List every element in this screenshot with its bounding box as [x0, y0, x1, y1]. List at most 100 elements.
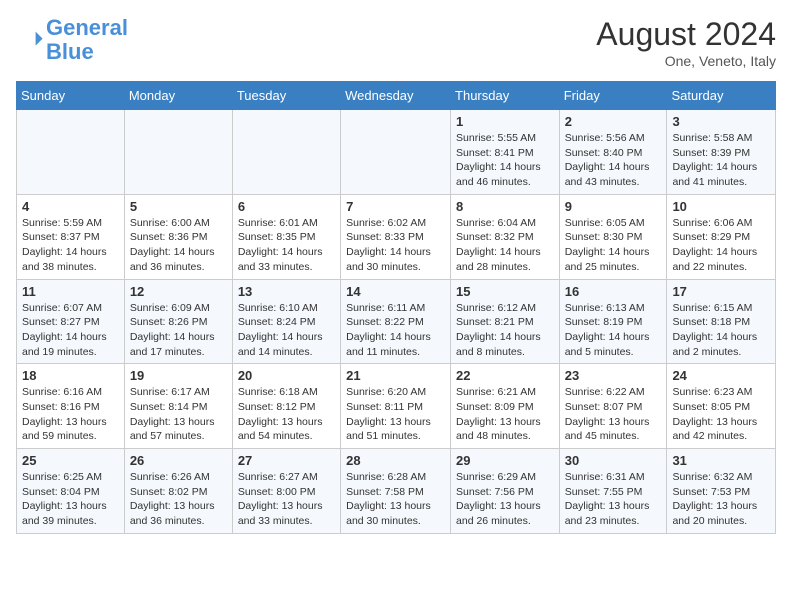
- day-number: 19: [130, 368, 227, 383]
- day-number: 7: [346, 199, 445, 214]
- day-info: Sunrise: 6:01 AMSunset: 8:35 PMDaylight:…: [238, 216, 335, 275]
- calendar-table: SundayMondayTuesdayWednesdayThursdayFrid…: [16, 81, 776, 534]
- day-info: Sunrise: 6:12 AMSunset: 8:21 PMDaylight:…: [456, 301, 554, 360]
- week-row-1: 1 Sunrise: 5:55 AMSunset: 8:41 PMDaylight…: [17, 110, 776, 195]
- day-number: 16: [565, 284, 662, 299]
- day-info: Sunrise: 6:00 AMSunset: 8:36 PMDaylight:…: [130, 216, 227, 275]
- day-number: 29: [456, 453, 554, 468]
- day-number: 17: [672, 284, 770, 299]
- day-cell: 2Sunrise: 5:56 AMSunset: 8:40 PMDaylight…: [559, 110, 667, 195]
- day-info: Sunrise: 6:06 AMSunset: 8:29 PMDaylight:…: [672, 216, 770, 275]
- day-info: Sunrise: 6:18 AMSunset: 8:12 PMDaylight:…: [238, 385, 335, 444]
- day-cell: 25Sunrise: 6:25 AMSunset: 8:04 PMDayligh…: [17, 449, 125, 534]
- day-number: 24: [672, 368, 770, 383]
- day-cell: [17, 110, 125, 195]
- day-number: 6: [238, 199, 335, 214]
- day-info: Sunrise: 6:23 AMSunset: 8:05 PMDaylight:…: [672, 385, 770, 444]
- weekday-header-thursday: Thursday: [451, 82, 560, 110]
- weekday-header-saturday: Saturday: [667, 82, 776, 110]
- day-info: Sunrise: 6:02 AMSunset: 8:33 PMDaylight:…: [346, 216, 445, 275]
- weekday-header-row: SundayMondayTuesdayWednesdayThursdayFrid…: [17, 82, 776, 110]
- day-cell: 22Sunrise: 6:21 AMSunset: 8:09 PMDayligh…: [451, 364, 560, 449]
- day-info: Sunrise: 6:21 AMSunset: 8:09 PMDaylight:…: [456, 385, 554, 444]
- day-info: Sunrise: 6:16 AMSunset: 8:16 PMDaylight:…: [22, 385, 119, 444]
- day-cell: 11 Sunrise: 6:07 AMSunset: 8:27 PMDayligh…: [17, 279, 125, 364]
- day-info: Sunrise: 6:31 AMSunset: 7:55 PMDaylight:…: [565, 470, 662, 529]
- day-number: 28: [346, 453, 445, 468]
- day-info: Sunrise: 6:07 AMSunset: 8:27 PMDaylight:…: [22, 301, 119, 360]
- day-info: Sunrise: 6:28 AMSunset: 7:58 PMDaylight:…: [346, 470, 445, 529]
- day-number: 11: [22, 284, 119, 299]
- week-row-4: 18 Sunrise: 6:16 AMSunset: 8:16 PMDayligh…: [17, 364, 776, 449]
- logo-icon: [16, 26, 44, 54]
- page-header: General Blue August 2024 One, Veneto, It…: [16, 16, 776, 69]
- day-info: Sunrise: 5:59 AMSunset: 8:37 PMDaylight:…: [22, 216, 119, 275]
- day-cell: 12 Sunrise: 6:09 AMSunset: 8:26 PMDayligh…: [124, 279, 232, 364]
- day-cell: 21 Sunrise: 6:20 AMSunset: 8:11 PMDayligh…: [341, 364, 451, 449]
- day-number: 15: [456, 284, 554, 299]
- weekday-header-wednesday: Wednesday: [341, 82, 451, 110]
- location: One, Veneto, Italy: [596, 53, 776, 69]
- weekday-header-monday: Monday: [124, 82, 232, 110]
- day-info: Sunrise: 6:27 AMSunset: 8:00 PMDaylight:…: [238, 470, 335, 529]
- day-cell: 6 Sunrise: 6:01 AMSunset: 8:35 PMDaylight…: [232, 194, 340, 279]
- day-info: Sunrise: 5:58 AMSunset: 8:39 PMDaylight:…: [672, 131, 770, 190]
- day-cell: 8 Sunrise: 6:04 AMSunset: 8:32 PMDaylight…: [451, 194, 560, 279]
- day-cell: 10 Sunrise: 6:06 AMSunset: 8:29 PMDayligh…: [667, 194, 776, 279]
- day-cell: 28 Sunrise: 6:28 AMSunset: 7:58 PMDayligh…: [341, 449, 451, 534]
- day-number: 4: [22, 199, 119, 214]
- logo-text: General Blue: [46, 16, 128, 64]
- logo: General Blue: [16, 16, 128, 64]
- day-cell: 16Sunrise: 6:13 AMSunset: 8:19 PMDayligh…: [559, 279, 667, 364]
- day-number: 2: [565, 114, 662, 129]
- day-info: Sunrise: 6:11 AMSunset: 8:22 PMDaylight:…: [346, 301, 445, 360]
- day-cell: 30 Sunrise: 6:31 AMSunset: 7:55 PMDayligh…: [559, 449, 667, 534]
- day-cell: 20 Sunrise: 6:18 AMSunset: 8:12 PMDayligh…: [232, 364, 340, 449]
- day-info: Sunrise: 6:09 AMSunset: 8:26 PMDaylight:…: [130, 301, 227, 360]
- day-number: 30: [565, 453, 662, 468]
- day-number: 12: [130, 284, 227, 299]
- day-number: 8: [456, 199, 554, 214]
- day-number: 18: [22, 368, 119, 383]
- day-number: 14: [346, 284, 445, 299]
- day-info: Sunrise: 6:25 AMSunset: 8:04 PMDaylight:…: [22, 470, 119, 529]
- day-number: 13: [238, 284, 335, 299]
- day-cell: 15 Sunrise: 6:12 AMSunset: 8:21 PMDayligh…: [451, 279, 560, 364]
- day-number: 1: [456, 114, 554, 129]
- day-cell: 14 Sunrise: 6:11 AMSunset: 8:22 PMDayligh…: [341, 279, 451, 364]
- week-row-3: 11 Sunrise: 6:07 AMSunset: 8:27 PMDayligh…: [17, 279, 776, 364]
- day-number: 21: [346, 368, 445, 383]
- day-info: Sunrise: 6:20 AMSunset: 8:11 PMDaylight:…: [346, 385, 445, 444]
- day-cell: 31Sunrise: 6:32 AMSunset: 7:53 PMDayligh…: [667, 449, 776, 534]
- day-number: 9: [565, 199, 662, 214]
- day-cell: 9 Sunrise: 6:05 AMSunset: 8:30 PMDaylight…: [559, 194, 667, 279]
- day-number: 27: [238, 453, 335, 468]
- day-number: 23: [565, 368, 662, 383]
- day-cell: 13Sunrise: 6:10 AMSunset: 8:24 PMDayligh…: [232, 279, 340, 364]
- weekday-header-sunday: Sunday: [17, 82, 125, 110]
- day-info: Sunrise: 6:29 AMSunset: 7:56 PMDaylight:…: [456, 470, 554, 529]
- day-cell: [124, 110, 232, 195]
- day-number: 26: [130, 453, 227, 468]
- day-cell: 7 Sunrise: 6:02 AMSunset: 8:33 PMDaylight…: [341, 194, 451, 279]
- day-info: Sunrise: 6:26 AMSunset: 8:02 PMDaylight:…: [130, 470, 227, 529]
- day-cell: 5Sunrise: 6:00 AMSunset: 8:36 PMDaylight…: [124, 194, 232, 279]
- day-number: 20: [238, 368, 335, 383]
- week-row-5: 25Sunrise: 6:25 AMSunset: 8:04 PMDayligh…: [17, 449, 776, 534]
- day-info: Sunrise: 6:05 AMSunset: 8:30 PMDaylight:…: [565, 216, 662, 275]
- weekday-header-tuesday: Tuesday: [232, 82, 340, 110]
- day-cell: 19Sunrise: 6:17 AMSunset: 8:14 PMDayligh…: [124, 364, 232, 449]
- day-cell: 24 Sunrise: 6:23 AMSunset: 8:05 PMDayligh…: [667, 364, 776, 449]
- day-info: Sunrise: 6:04 AMSunset: 8:32 PMDaylight:…: [456, 216, 554, 275]
- day-cell: 23 Sunrise: 6:22 AMSunset: 8:07 PMDayligh…: [559, 364, 667, 449]
- day-cell: 18 Sunrise: 6:16 AMSunset: 8:16 PMDayligh…: [17, 364, 125, 449]
- week-row-2: 4 Sunrise: 5:59 AMSunset: 8:37 PMDaylight…: [17, 194, 776, 279]
- day-info: Sunrise: 5:55 AMSunset: 8:41 PMDaylight:…: [456, 131, 554, 190]
- day-number: 10: [672, 199, 770, 214]
- day-number: 31: [672, 453, 770, 468]
- day-cell: 4 Sunrise: 5:59 AMSunset: 8:37 PMDaylight…: [17, 194, 125, 279]
- logo-line2: Blue: [46, 40, 128, 64]
- day-info: Sunrise: 6:22 AMSunset: 8:07 PMDaylight:…: [565, 385, 662, 444]
- day-cell: 3Sunrise: 5:58 AMSunset: 8:39 PMDaylight…: [667, 110, 776, 195]
- day-info: Sunrise: 6:15 AMSunset: 8:18 PMDaylight:…: [672, 301, 770, 360]
